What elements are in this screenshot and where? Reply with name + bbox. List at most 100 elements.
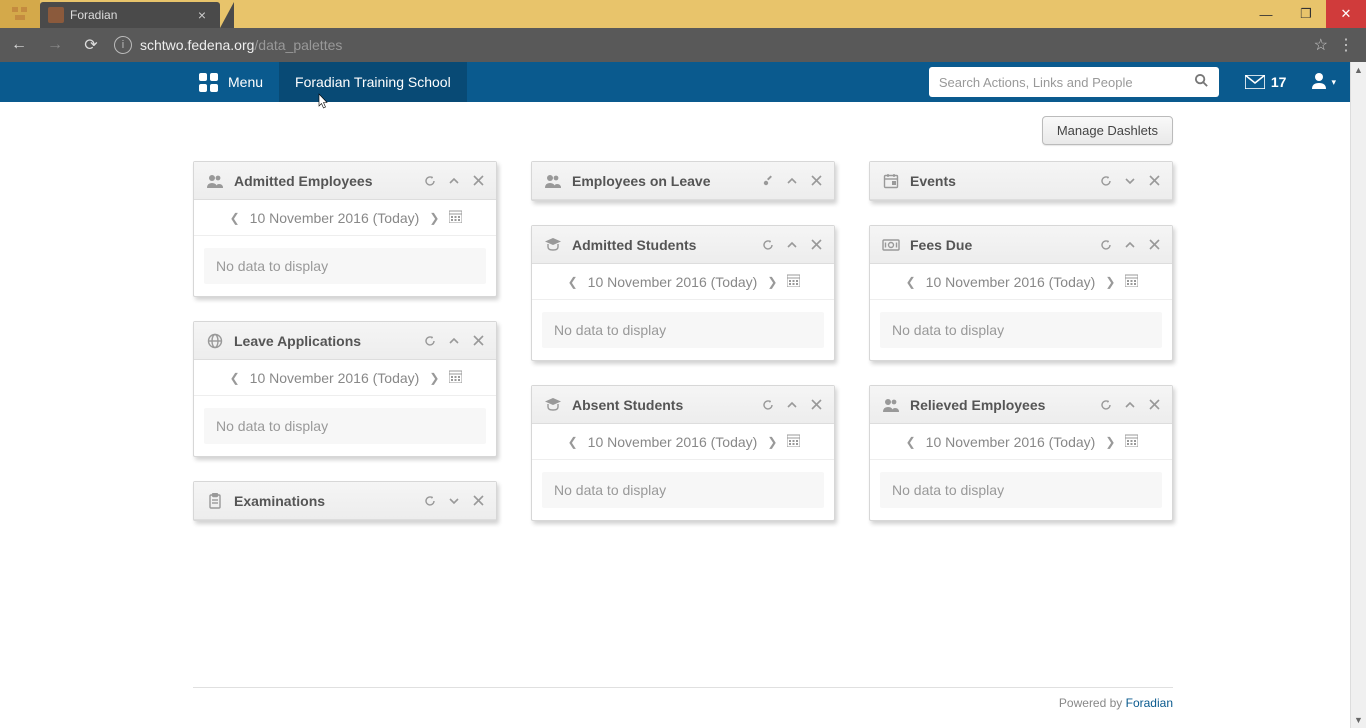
users-icon (544, 172, 562, 190)
dashlet-close-icon[interactable] (470, 333, 486, 349)
dashlet-refresh-icon[interactable] (422, 493, 438, 509)
dashlet-close-icon[interactable] (470, 173, 486, 189)
prev-date-icon[interactable]: ❮ (904, 275, 918, 289)
dashlet-close-icon[interactable] (1146, 237, 1162, 253)
next-date-icon[interactable]: ❯ (427, 371, 441, 385)
dashlet-dropdown-icon[interactable] (1122, 173, 1138, 189)
dashlet-refresh-icon[interactable] (1098, 397, 1114, 413)
dashlet-collapse-icon[interactable] (1122, 397, 1138, 413)
window-maximize-button[interactable]: ❐ (1286, 0, 1326, 28)
next-date-icon[interactable]: ❯ (765, 275, 779, 289)
scroll-track[interactable] (1351, 78, 1366, 712)
calendar-picker-icon[interactable] (1125, 274, 1138, 290)
dashlet-refresh-icon[interactable] (422, 173, 438, 189)
main-content: Manage Dashlets Admitted Employees❮10 No… (0, 102, 1366, 728)
tab-title: Foradian (70, 8, 117, 22)
date-label: 10 November 2016 (Today) (588, 434, 758, 450)
school-name-tab[interactable]: Foradian Training School (279, 62, 467, 102)
dropdown-caret-icon: ▾ (1331, 77, 1336, 88)
dashlet-refresh-icon[interactable] (422, 333, 438, 349)
dashlet-refresh-icon[interactable] (1098, 237, 1114, 253)
dashlet-collapse-icon[interactable] (784, 397, 800, 413)
calendar-picker-icon[interactable] (787, 274, 800, 290)
no-data-message: No data to display (542, 312, 824, 348)
dashlet-close-icon[interactable] (808, 237, 824, 253)
calendar-picker-icon[interactable] (449, 210, 462, 226)
dashlet: Admitted Students❮10 November 2016 (Toda… (531, 225, 835, 361)
next-date-icon[interactable]: ❯ (427, 211, 441, 225)
dashlet-dropdown-icon[interactable] (446, 493, 462, 509)
bookmark-star-icon[interactable]: ☆ (1314, 35, 1328, 55)
tab-close-icon[interactable]: × (194, 7, 210, 23)
dashlet-collapse-icon[interactable] (784, 237, 800, 253)
dashlet-close-icon[interactable] (1146, 173, 1162, 189)
dashlet-title: Employees on Leave (572, 173, 750, 189)
back-button[interactable]: ← (6, 32, 32, 58)
dashlet-column: EventsFees Due❮10 November 2016 (Today)❯… (869, 161, 1173, 521)
window-controls: — ❐ ✕ (1246, 0, 1366, 28)
manage-dashlets-button[interactable]: Manage Dashlets (1042, 116, 1173, 145)
prev-date-icon[interactable]: ❮ (904, 435, 918, 449)
window-titlebar: Foradian × — ❐ ✕ (0, 0, 1366, 28)
dashlet-date-nav: ❮ 10 November 2016 (Today) ❯ (194, 200, 496, 236)
dashlet-collapse-icon[interactable] (446, 173, 462, 189)
prev-date-icon[interactable]: ❮ (228, 211, 242, 225)
dashlet-actions (760, 237, 824, 253)
dashlet-title: Examinations (234, 493, 412, 509)
dashlet-pin-icon[interactable] (760, 173, 776, 189)
user-menu[interactable]: ▾ (1310, 71, 1336, 94)
dashlet-body: No data to display (194, 396, 496, 456)
dashlet-date-nav: ❮10 November 2016 (Today)❯ (532, 264, 834, 300)
dashlet-refresh-icon[interactable] (760, 397, 776, 413)
scroll-up-arrow[interactable]: ▲ (1351, 62, 1366, 78)
next-date-icon[interactable]: ❯ (1103, 435, 1117, 449)
users-icon (206, 172, 224, 190)
dashlet-header: Admitted Students (532, 226, 834, 264)
menu-button[interactable]: Menu (185, 62, 277, 102)
dashlet-close-icon[interactable] (808, 397, 824, 413)
prev-date-icon[interactable]: ❮ (566, 435, 580, 449)
footer-link[interactable]: Foradian (1126, 696, 1173, 710)
prev-date-icon[interactable]: ❮ (566, 275, 580, 289)
window-close-button[interactable]: ✕ (1326, 0, 1366, 28)
next-date-icon[interactable]: ❯ (1103, 275, 1117, 289)
dashlet: Admitted Employees❮10 November 2016 (Tod… (193, 161, 497, 297)
site-info-icon[interactable]: i (114, 36, 132, 54)
dashlet-close-icon[interactable] (470, 493, 486, 509)
no-data-message: No data to display (542, 472, 824, 508)
window-minimize-button[interactable]: — (1246, 0, 1286, 28)
calendar-picker-icon[interactable] (449, 370, 462, 386)
next-date-icon[interactable]: ❯ (765, 435, 779, 449)
dashlet-refresh-icon[interactable] (1098, 173, 1114, 189)
dashlet-collapse-icon[interactable] (446, 333, 462, 349)
date-label: 10 November 2016 (Today) (250, 210, 420, 226)
dashlet-close-icon[interactable] (1146, 397, 1162, 413)
chrome-app-icon[interactable] (0, 0, 40, 28)
notifications[interactable]: 17 (1245, 74, 1287, 90)
footer: Powered by Foradian (0, 687, 1366, 710)
dashlet-collapse-icon[interactable] (784, 173, 800, 189)
dashlet: Employees on Leave (531, 161, 835, 201)
calendar-picker-icon[interactable] (787, 434, 800, 450)
forward-button[interactable]: → (42, 32, 68, 58)
dashlet-actions (760, 173, 824, 189)
search-input[interactable] (939, 75, 1194, 90)
vertical-scrollbar[interactable]: ▲ ▼ (1350, 62, 1366, 728)
reload-button[interactable]: ⟳ (78, 32, 104, 58)
search-field-wrap (929, 67, 1219, 97)
dashlet-collapse-icon[interactable] (1122, 237, 1138, 253)
dashlet-body: No data to display (870, 460, 1172, 520)
scroll-down-arrow[interactable]: ▼ (1351, 712, 1366, 728)
search-icon[interactable] (1194, 73, 1209, 92)
prev-date-icon[interactable]: ❮ (228, 371, 242, 385)
calendar-picker-icon[interactable] (1125, 434, 1138, 450)
chrome-menu-icon[interactable]: ⋮ (1338, 35, 1354, 55)
dashlet-title: Leave Applications (234, 333, 412, 349)
dashlet-close-icon[interactable] (808, 173, 824, 189)
browser-tab[interactable]: Foradian × (40, 2, 220, 28)
address-bar[interactable]: i schtwo.fedena.org/data_palettes (114, 36, 1304, 54)
notification-count: 17 (1271, 74, 1287, 90)
dashlet-header: Fees Due (870, 226, 1172, 264)
dashlet-body: No data to display (532, 460, 834, 520)
dashlet-refresh-icon[interactable] (760, 237, 776, 253)
